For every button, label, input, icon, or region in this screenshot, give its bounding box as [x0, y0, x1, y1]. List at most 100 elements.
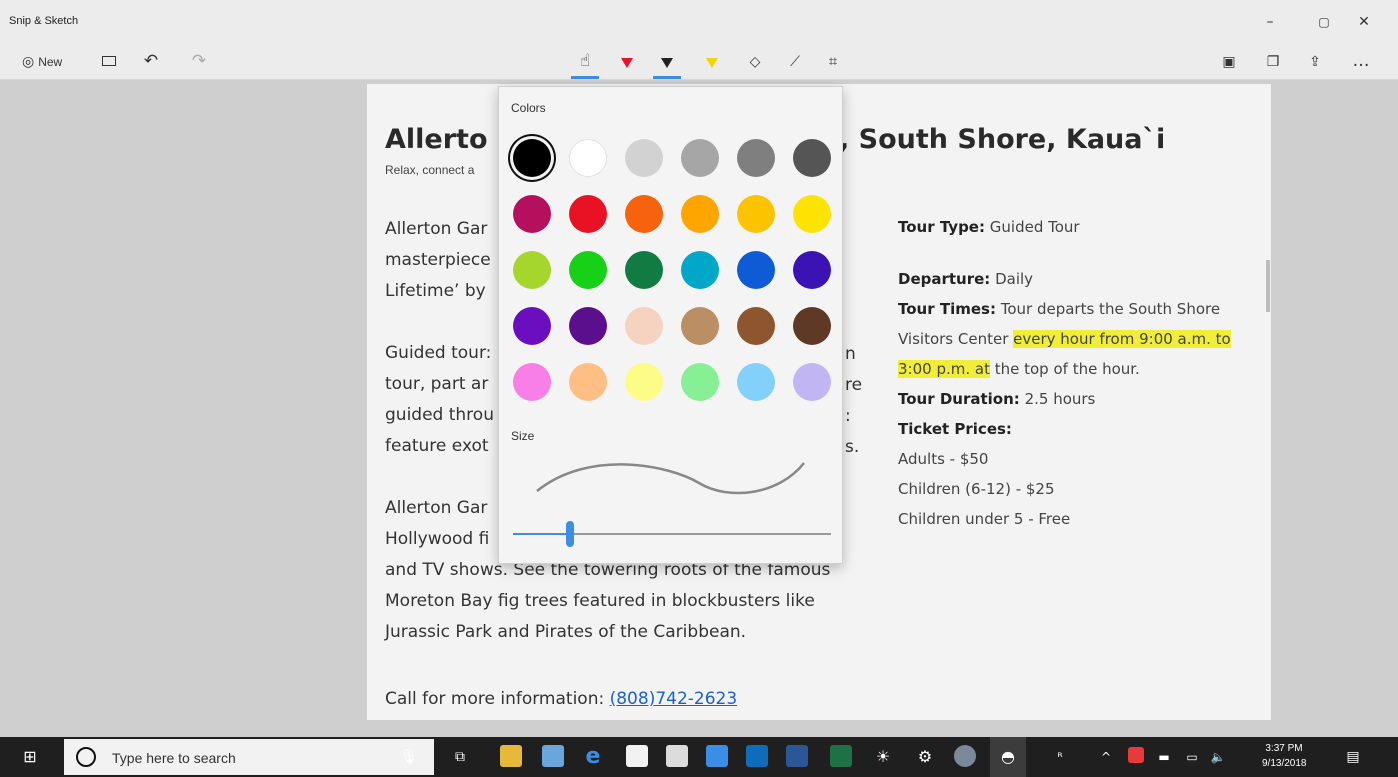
redo-button[interactable]: ↷ [186, 48, 212, 74]
color-swatch[interactable] [569, 307, 607, 345]
scrollbar-thumb[interactable] [1266, 260, 1270, 312]
open-file-button[interactable] [96, 48, 122, 74]
new-button[interactable]: ◎ New [22, 48, 82, 74]
excel-icon[interactable] [830, 745, 852, 767]
color-swatch[interactable] [513, 195, 551, 233]
highlighted-text: 3:00 p.m. at [898, 360, 990, 378]
color-swatch[interactable] [569, 251, 607, 289]
clock-date: 9/13/2018 [1262, 758, 1307, 769]
color-swatch[interactable] [681, 139, 719, 177]
color-swatch[interactable] [737, 139, 775, 177]
task-view-icon[interactable]: ⧉ [446, 737, 474, 777]
color-swatch[interactable] [569, 363, 607, 401]
pencil-button[interactable] [650, 48, 684, 79]
paragraph-2-tail: n [845, 344, 856, 364]
start-button[interactable]: ⊞ [10, 737, 50, 777]
edge-browser-icon[interactable]: e [580, 737, 606, 777]
minimize-button[interactable]: – [1250, 8, 1290, 36]
color-swatch[interactable] [681, 251, 719, 289]
volume-icon[interactable]: 🔈 [1208, 737, 1228, 777]
color-swatch[interactable] [793, 251, 831, 289]
ticket-prices-row: Ticket Prices: [898, 414, 1268, 444]
store-icon[interactable] [626, 745, 648, 767]
size-slider-fill [513, 533, 571, 535]
ruler-button[interactable]: ⟋ [780, 48, 810, 74]
color-swatch[interactable] [681, 363, 719, 401]
search-placeholder: Type here to search [112, 750, 236, 766]
tour-times-label: Tour Times: [898, 300, 996, 318]
close-button[interactable]: ✕ [1344, 8, 1384, 36]
duration-label: Tour Duration: [898, 390, 1020, 408]
tray-app-icon[interactable] [1128, 747, 1144, 763]
people-app-icon[interactable] [542, 745, 564, 767]
save-icon: ▣ [1222, 54, 1236, 70]
phone-link[interactable]: (808)742-2623 [610, 689, 738, 709]
departure-label: Departure: [898, 270, 991, 288]
people-icon[interactable]: ᴿ [1050, 737, 1070, 777]
taskbar-clock[interactable]: 3:37 PM 9/13/2018 [1262, 741, 1307, 771]
microphone-icon[interactable]: 🎙 [398, 737, 420, 777]
color-swatch[interactable] [737, 251, 775, 289]
touch-writing-active-indicator [571, 76, 599, 79]
color-swatch[interactable] [513, 363, 551, 401]
more-options-button[interactable]: … [1344, 48, 1378, 74]
color-swatch[interactable] [737, 363, 775, 401]
color-swatch[interactable] [681, 307, 719, 345]
battery-icon[interactable]: ▬ [1154, 737, 1174, 777]
call-line: Call for more information: (808)742-2623 [385, 684, 737, 715]
active-app-icon[interactable]: ◓ [990, 737, 1026, 777]
color-swatch[interactable] [793, 363, 831, 401]
color-swatch[interactable] [569, 139, 607, 177]
mail-icon[interactable] [666, 745, 688, 767]
color-swatch[interactable] [625, 195, 663, 233]
color-swatch[interactable] [513, 139, 551, 177]
brightness-icon[interactable]: ☀ [870, 737, 896, 777]
app-icon[interactable] [954, 745, 976, 767]
undo-button[interactable]: ↶ [138, 48, 164, 74]
color-swatch[interactable] [737, 307, 775, 345]
network-icon[interactable]: ▭ [1182, 737, 1202, 777]
highlighted-text: every hour from 9:00 a.m. to [1013, 330, 1231, 348]
paragraph-line: Jurassic Park and Pirates of the Caribbe… [385, 622, 747, 642]
color-swatch[interactable] [513, 251, 551, 289]
page-title-left: Allerto [385, 124, 488, 155]
color-swatch[interactable] [513, 307, 551, 345]
chevron-up-icon[interactable]: ^ [1096, 737, 1116, 777]
action-center-icon[interactable]: ▤ [1338, 737, 1368, 777]
copy-button[interactable]: ❐ [1260, 48, 1286, 74]
eraser-button[interactable]: ◇ [740, 48, 770, 74]
size-slider-thumb[interactable] [566, 521, 575, 547]
word-icon[interactable] [786, 745, 808, 767]
color-swatch[interactable] [793, 139, 831, 177]
outlook-icon[interactable] [746, 745, 768, 767]
color-swatch[interactable] [793, 307, 831, 345]
ballpoint-pen-button[interactable] [612, 48, 642, 74]
cortana-icon [76, 747, 96, 767]
color-swatch[interactable] [737, 195, 775, 233]
save-button[interactable]: ▣ [1216, 48, 1242, 74]
color-swatch[interactable] [569, 195, 607, 233]
settings-gear-icon[interactable]: ⚙ [912, 737, 938, 777]
color-swatch[interactable] [793, 195, 831, 233]
pencil-active-indicator [653, 76, 681, 79]
color-swatch[interactable] [625, 139, 663, 177]
pencil-icon [661, 58, 673, 68]
file-explorer-icon[interactable] [500, 745, 522, 767]
size-slider[interactable] [513, 521, 831, 547]
crop-button[interactable]: ⌗ [818, 48, 848, 74]
share-icon: ⇪ [1309, 54, 1321, 70]
color-swatch[interactable] [625, 251, 663, 289]
tour-info: Tour Type: Guided Tour Departure: Daily … [898, 212, 1268, 534]
paragraph-line: guided throu [385, 405, 494, 425]
maximize-button[interactable]: ▢ [1304, 8, 1344, 36]
duration-row: Tour Duration: 2.5 hours [898, 384, 1268, 414]
highlighter-button[interactable] [697, 48, 727, 74]
color-swatch[interactable] [625, 307, 663, 345]
color-swatch[interactable] [625, 363, 663, 401]
taskbar-search[interactable]: Type here to search [64, 739, 434, 775]
share-button[interactable]: ⇪ [1302, 48, 1328, 74]
snip-sketch-taskbar-icon[interactable] [706, 745, 728, 767]
size-preview-stroke [536, 462, 805, 495]
touch-writing-button[interactable]: ☝ [568, 48, 602, 79]
color-swatch[interactable] [681, 195, 719, 233]
